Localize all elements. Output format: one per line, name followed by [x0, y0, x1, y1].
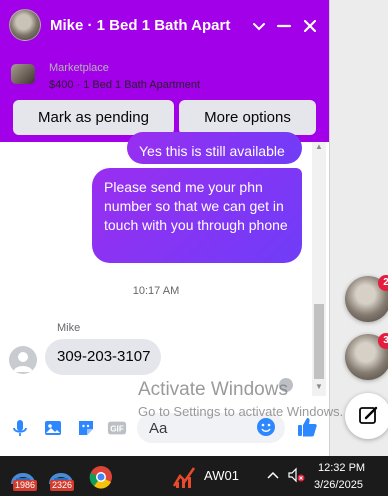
chrome-icon[interactable] [87, 462, 115, 492]
close-icon[interactable] [300, 16, 320, 36]
message-outgoing: Yes this is still available [127, 132, 302, 164]
photo-icon[interactable] [43, 418, 63, 438]
mark-as-pending-button[interactable]: Mark as pending [13, 100, 174, 135]
microphone-icon[interactable] [10, 418, 30, 438]
sender-name: Mike [57, 322, 81, 334]
unread-badge: 3 [378, 333, 388, 349]
taskbar-badge: 2326 [50, 480, 75, 491]
minimize-icon[interactable] [274, 16, 294, 36]
chart-app-icon[interactable] [170, 462, 198, 492]
listing-thumbnail[interactable] [11, 64, 35, 84]
chevron-up-icon[interactable] [266, 470, 280, 480]
activate-windows-watermark: Activate Windows [138, 379, 288, 400]
svg-text:GIF: GIF [110, 425, 124, 434]
chat-header: Mike · 1 Bed 1 Bath Apart Marketplace $4… [0, 0, 329, 142]
contact-avatar[interactable] [9, 9, 41, 41]
more-options-button[interactable]: More options [179, 100, 316, 135]
clock-date[interactable]: 3/26/2025 [314, 479, 363, 491]
clock-time[interactable]: 12:32 PM [318, 462, 365, 474]
scroll-thumb[interactable] [314, 304, 324, 379]
unread-badge: 2 [378, 275, 388, 291]
default-user-icon [13, 352, 33, 372]
taskbar-badge: 1986 [13, 480, 38, 491]
message-incoming: 309-203-3107 [45, 339, 161, 375]
message-timestamp: 10:17 AM [132, 285, 180, 297]
new-message-button[interactable] [345, 393, 388, 439]
activate-windows-subtitle: Go to Settings to activate Windows. [138, 404, 344, 419]
scroll-up-arrow-icon[interactable]: ▲ [312, 142, 326, 152]
message-scrollbar[interactable]: ▲ ▼ [312, 142, 326, 396]
compose-icon [359, 406, 378, 424]
emoji-icon[interactable] [256, 417, 276, 437]
chevron-down-icon[interactable] [249, 16, 269, 36]
sticker-icon[interactable] [76, 418, 96, 438]
gif-icon[interactable]: GIF [107, 418, 127, 438]
chat-title[interactable]: Mike · 1 Bed 1 Bath Apart [50, 17, 250, 34]
taskbar-app-label[interactable]: AW01 [204, 468, 239, 483]
thumbs-up-icon[interactable] [296, 416, 318, 438]
speaker-muted-icon[interactable] [287, 467, 305, 483]
message-outgoing: Please send me your phn number so that w… [92, 168, 302, 263]
marketplace-label: Marketplace [49, 62, 109, 74]
listing-title[interactable]: $400 · 1 Bed 1 Bath Apartment [49, 79, 200, 91]
sender-avatar[interactable] [9, 346, 37, 374]
scroll-down-arrow-icon[interactable]: ▼ [312, 382, 326, 392]
message-list: Yes this is still available Please send … [0, 132, 312, 396]
